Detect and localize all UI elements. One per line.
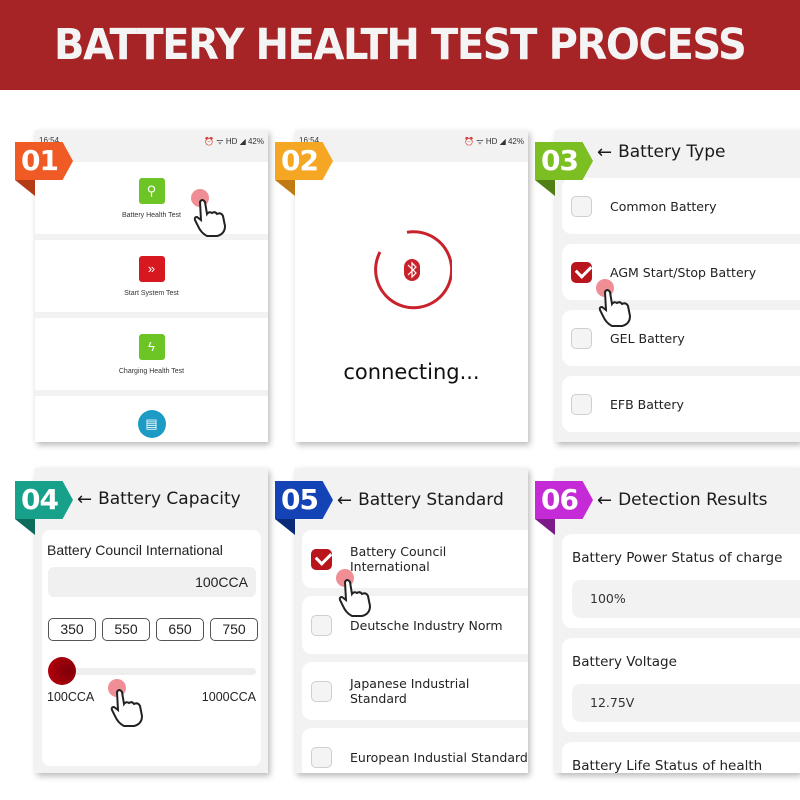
step-1-panel: 16:54 ⏰ ᯤ HD ◢ 42% ⚲ Battery Health Test… [35, 130, 268, 442]
back-arrow-icon[interactable]: ← [77, 489, 92, 510]
tap-hand-icon [191, 189, 227, 237]
status-icons: ⏰ ᯤ HD ◢ 42% [464, 136, 524, 152]
battery-percent: 42% [507, 137, 524, 146]
checkbox[interactable] [571, 195, 592, 217]
checkbox[interactable] [571, 393, 592, 415]
option-label: EFB Battery [610, 396, 684, 412]
checkbox[interactable] [311, 614, 332, 636]
screen-title: Battery Type [618, 142, 726, 162]
loading-spinner [374, 230, 452, 310]
status-icons-glyphs: ⏰ ᯤ HD ◢ [204, 137, 246, 146]
option-label: Japanese Industrial Standard [350, 676, 470, 706]
step-4-panel: ← Battery Capacity Battery Council Inter… [35, 468, 268, 773]
step-2-panel: 16:54 ⏰ ᯤ HD ◢ 42% connecting... [295, 130, 528, 442]
screen-title: Detection Results [618, 490, 768, 510]
checkbox-checked[interactable] [311, 548, 332, 570]
page-title: BATTERY HEALTH TEST PROCESS [54, 20, 747, 70]
step-badge-06: 06 [535, 481, 593, 519]
preset-button-550[interactable]: 550 [102, 618, 150, 641]
history-report-icon: ▤ [137, 410, 166, 438]
result-value: 100% [572, 580, 800, 618]
menu-item-label: Charging Health Test [118, 367, 185, 375]
slider-max-label: 1000CCA [201, 690, 256, 704]
slider-min-label: 100CCA [47, 690, 95, 704]
result-state-of-charge: Battery Power Status of charge 100% [562, 534, 800, 628]
preset-button-650[interactable]: 650 [156, 618, 204, 641]
menu-item-charging-health-test[interactable]: ϟ Charging Health Test [35, 318, 268, 390]
screen-title: Battery Capacity [98, 489, 241, 509]
preset-button-350[interactable]: 350 [48, 618, 96, 641]
connecting-screen: connecting... [295, 162, 528, 442]
option-jis[interactable]: Japanese Industrial Standard [302, 662, 528, 720]
option-label: European Industial Standard [350, 749, 528, 765]
car-start-icon: » [138, 255, 165, 282]
option-common-battery[interactable]: Common Battery [562, 178, 800, 234]
back-arrow-icon[interactable]: ← [597, 490, 612, 511]
connecting-status: connecting... [343, 360, 480, 384]
result-value: 12.75V [572, 684, 800, 722]
back-arrow-icon[interactable]: ← [337, 490, 352, 511]
badge-fold [15, 519, 35, 535]
result-label: Battery Life Status of health [572, 758, 763, 773]
result-label: Battery Voltage [572, 654, 677, 670]
tap-hand-icon [596, 279, 632, 327]
menu-item-battery-health-test[interactable]: ⚲ Battery Health Test [35, 162, 268, 234]
badge-fold [275, 180, 295, 196]
result-state-of-health: Battery Life Status of health [562, 742, 800, 773]
badge-fold [535, 180, 555, 196]
battery-charge-icon: ϟ [138, 333, 165, 360]
tap-hand-icon [108, 679, 144, 727]
option-label: Common Battery [610, 198, 717, 214]
capacity-input[interactable]: 100CCA [48, 567, 256, 597]
status-icons: ⏰ ᯤ HD ◢ 42% [204, 136, 264, 152]
tap-hand-icon [336, 569, 372, 617]
option-label: Deutsche Industry Norm [350, 617, 503, 633]
badge-fold [275, 519, 295, 535]
status-bar: 16:54 ⏰ ᯤ HD ◢ 42% [295, 130, 528, 152]
menu-item-label: Start System Test [124, 289, 179, 297]
screen-header: ← Battery Type [555, 130, 800, 174]
capacity-card: Battery Council International 100CCA 350… [42, 530, 261, 766]
back-arrow-icon[interactable]: ← [597, 142, 612, 163]
step-badge-05: 05 [275, 481, 333, 519]
option-label: GEL Battery [610, 330, 685, 346]
menu-item-label: Battery Health Test [121, 211, 181, 219]
checkbox[interactable] [311, 746, 332, 768]
checkbox[interactable] [311, 680, 332, 702]
badge-fold [535, 519, 555, 535]
screen-title: Battery Standard [358, 490, 504, 510]
step-badge-03: 03 [535, 142, 593, 180]
option-en[interactable]: European Industial Standard [302, 728, 528, 773]
result-voltage: Battery Voltage 12.75V [562, 638, 800, 732]
option-efb-battery[interactable]: EFB Battery [562, 376, 800, 432]
capacity-slider-track[interactable] [48, 668, 256, 675]
step-badge-02: 02 [275, 142, 333, 180]
menu-list: ⚲ Battery Health Test » Start System Tes… [35, 162, 268, 442]
preset-buttons: 350 550 650 750 [48, 618, 258, 641]
standard-label: Battery Council International [47, 542, 223, 558]
battery-percent: 42% [247, 137, 264, 146]
step-badge-04: 04 [15, 481, 73, 519]
badge-fold [15, 180, 35, 196]
checkbox-checked[interactable] [571, 261, 592, 283]
status-icons-glyphs: ⏰ ᯤ HD ◢ [464, 137, 506, 146]
step-5-panel: ← Battery Standard Battery Council Inter… [295, 468, 528, 773]
preset-button-750[interactable]: 750 [210, 618, 258, 641]
result-label: Battery Power Status of charge [572, 550, 783, 566]
step-6-panel: ← Detection Results Battery Power Status… [555, 468, 800, 773]
menu-item-history[interactable]: ▤ [35, 396, 268, 442]
title-banner: BATTERY HEALTH TEST PROCESS [0, 0, 800, 90]
capacity-slider-thumb[interactable] [48, 657, 76, 685]
step-3-panel: ← Battery Type Common Battery AGM Start/… [555, 130, 800, 442]
battery-search-icon: ⚲ [138, 177, 165, 204]
status-bar: 16:54 ⏰ ᯤ HD ◢ 42% [35, 130, 268, 152]
step-badge-01: 01 [15, 142, 73, 180]
checkbox[interactable] [571, 327, 592, 349]
menu-item-start-system-test[interactable]: » Start System Test [35, 240, 268, 312]
